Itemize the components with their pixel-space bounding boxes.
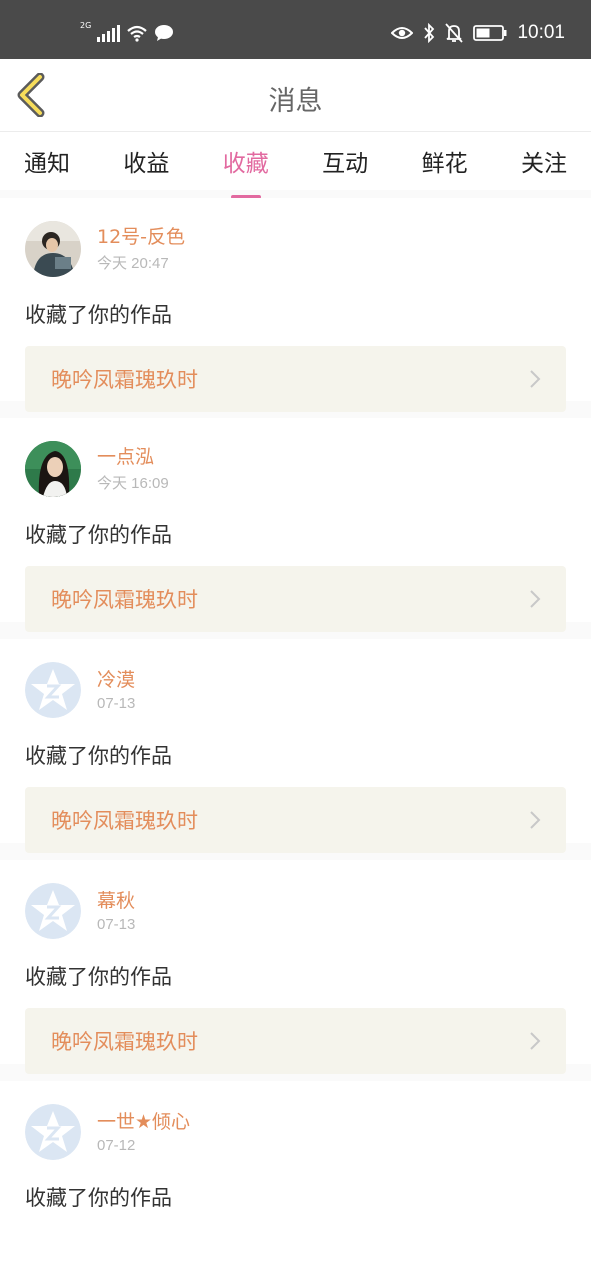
photo-girl-avatar[interactable] <box>25 440 81 497</box>
user-info: 12号-反色 今天 20:47 <box>97 225 185 273</box>
message-time: 07-12 <box>97 1136 136 1154</box>
clock: 10:01 <box>517 22 565 43</box>
message-card: 一点泓 今天 16:09 收藏了你的作品 晚吟凤霜瑰玖时 <box>0 418 591 632</box>
message-time: 07-13 <box>97 915 136 933</box>
wifi-icon <box>127 25 148 42</box>
message-list: 12号-反色 今天 20:47 收藏了你的作品 晚吟凤霜瑰玖时 一点泓 今天 1… <box>0 198 591 1285</box>
battery-icon <box>473 25 507 41</box>
tab-interaction[interactable]: 互动 <box>322 132 368 190</box>
chevron-right-icon <box>530 811 541 829</box>
bluetooth-icon <box>424 23 435 43</box>
message-user: 12号-反色 今天 20:47 <box>25 220 566 277</box>
user-info: 一世★倾心 07-12 <box>97 1110 190 1154</box>
tab-notice[interactable]: 通知 <box>24 132 70 190</box>
default-star-avatar[interactable] <box>25 1103 81 1160</box>
network-type: 2G <box>80 20 92 30</box>
action-text: 收藏了你的作品 <box>25 744 172 768</box>
work-link[interactable]: 晚吟凤霜瑰玖时 <box>25 787 566 853</box>
user-info: 冷漠 07-13 <box>97 668 135 712</box>
work-link[interactable]: 晚吟凤霜瑰玖时 <box>25 1008 566 1074</box>
chevron-right-icon <box>530 590 541 608</box>
tab-earnings[interactable]: 收益 <box>123 132 169 190</box>
message-card: 幕秋 07-13 收藏了你的作品 晚吟凤霜瑰玖时 <box>0 860 591 1074</box>
status-bar: 2G 10:01 <box>0 0 591 59</box>
photo-boy-avatar[interactable] <box>25 220 81 277</box>
work-title: 晚吟凤霜瑰玖时 <box>51 1030 198 1054</box>
user-name[interactable]: 12号-反色 <box>97 225 185 249</box>
chevron-right-icon <box>530 1032 541 1050</box>
user-name[interactable]: 一点泓 <box>97 445 169 469</box>
message-time: 今天 16:09 <box>97 474 169 492</box>
action-text: 收藏了你的作品 <box>25 303 172 327</box>
message-user: 幕秋 07-13 <box>25 882 566 939</box>
work-link[interactable]: 晚吟凤霜瑰玖时 <box>25 346 566 412</box>
message-user: 一世★倾心 07-12 <box>25 1103 566 1160</box>
action-text: 收藏了你的作品 <box>25 965 172 989</box>
message-user: 冷漠 07-13 <box>25 661 566 718</box>
tab-bar: 通知 收益 收藏 互动 鲜花 关注 <box>0 132 591 199</box>
message-card: 一世★倾心 07-12 收藏了你的作品 <box>0 1081 591 1285</box>
signal-icon <box>97 24 121 42</box>
message-card: 12号-反色 今天 20:47 收藏了你的作品 晚吟凤霜瑰玖时 <box>0 198 591 412</box>
work-title: 晚吟凤霜瑰玖时 <box>51 368 198 392</box>
user-info: 幕秋 07-13 <box>97 889 135 933</box>
app-header: 消息 <box>0 59 591 132</box>
message-icon <box>155 25 174 41</box>
page-title: 消息 <box>268 86 323 117</box>
status-right: 10:01 <box>391 22 565 44</box>
work-title: 晚吟凤霜瑰玖时 <box>51 809 198 833</box>
action-text: 收藏了你的作品 <box>25 1186 172 1210</box>
tab-flowers[interactable]: 鲜花 <box>422 132 468 190</box>
user-info: 一点泓 今天 16:09 <box>97 445 169 493</box>
user-name[interactable]: 幕秋 <box>97 889 135 913</box>
message-time: 07-13 <box>97 694 136 712</box>
eye-icon <box>391 27 414 39</box>
user-name[interactable]: 冷漠 <box>97 668 135 692</box>
default-star-avatar[interactable] <box>25 882 81 939</box>
tab-following[interactable]: 关注 <box>521 132 567 190</box>
action-text: 收藏了你的作品 <box>25 523 172 547</box>
chevron-right-icon <box>530 370 541 388</box>
work-title: 晚吟凤霜瑰玖时 <box>51 588 198 612</box>
mute-bell-icon <box>445 23 464 43</box>
status-left: 2G <box>80 20 174 42</box>
tab-favorites[interactable]: 收藏 <box>223 132 269 199</box>
message-time: 今天 20:47 <box>97 254 169 272</box>
user-name[interactable]: 一世★倾心 <box>97 1110 190 1134</box>
work-link[interactable]: 晚吟凤霜瑰玖时 <box>25 566 566 632</box>
message-card: 冷漠 07-13 收藏了你的作品 晚吟凤霜瑰玖时 <box>0 639 591 853</box>
message-user: 一点泓 今天 16:09 <box>25 440 566 497</box>
default-star-avatar[interactable] <box>25 661 81 718</box>
